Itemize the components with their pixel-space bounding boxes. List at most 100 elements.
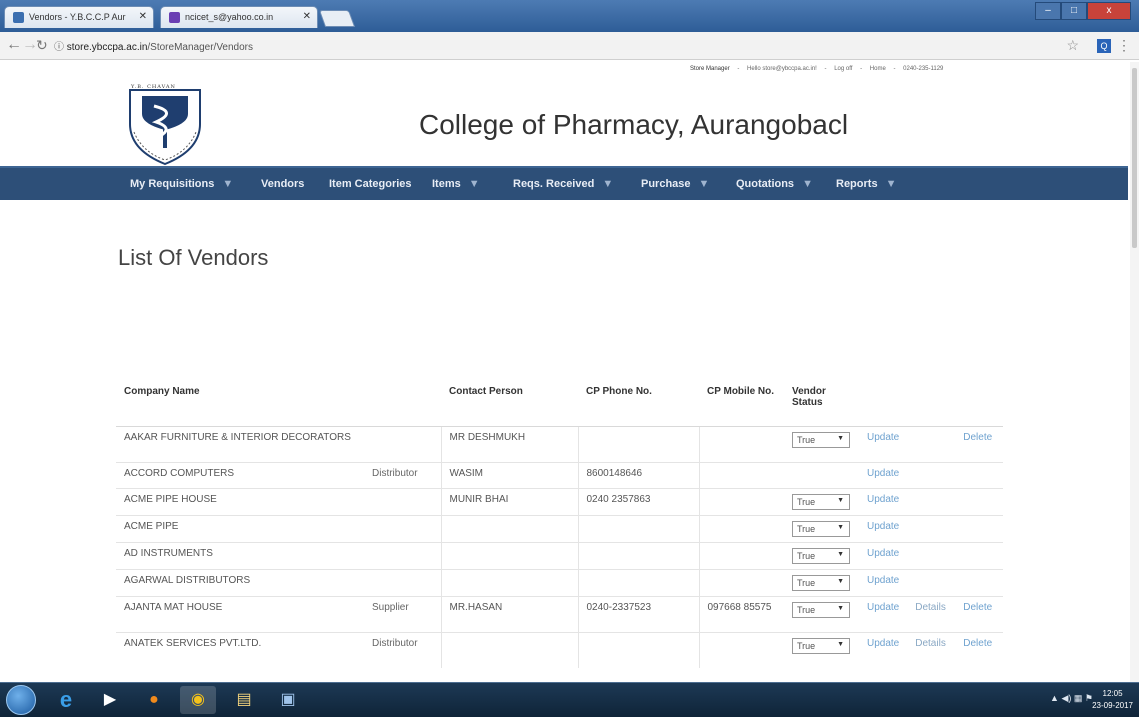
clock-date: 23-09-2017 (1092, 701, 1133, 710)
minimize-button[interactable]: – (1035, 2, 1061, 20)
update-link[interactable]: Update (867, 494, 899, 505)
start-button[interactable] (6, 685, 36, 715)
nav-my-requisitions[interactable]: My Requisitions ▼ (130, 178, 233, 190)
cp-phone-cell (577, 425, 699, 462)
close-tab-icon[interactable]: ✕ (303, 11, 311, 22)
nav-items[interactable]: Items ▼ (432, 178, 480, 190)
delete-link[interactable]: Delete (963, 638, 992, 649)
contact-person-cell: WASIM (440, 461, 578, 488)
details-cell (907, 487, 956, 515)
details-cell (907, 461, 956, 488)
tab-mail[interactable]: ncicet_s@yahoo.co.in ✕ (160, 6, 318, 28)
url-field[interactable]: ⓘ store.ybccpa.ac.in/StoreManager/Vendor… (54, 38, 253, 53)
tray-arrow-icon[interactable]: ▲ (1050, 693, 1059, 703)
details-cell: Details (907, 595, 956, 632)
vendor-status-cell (784, 461, 859, 488)
chevron-down-icon: ▼ (837, 640, 844, 648)
vendor-status-select[interactable]: True ▼ (792, 493, 850, 510)
file-explorer-icon[interactable]: ▤ (226, 686, 262, 714)
chevron-down-icon: ▼ (222, 178, 234, 190)
close-tab-icon[interactable]: ✕ (139, 11, 147, 22)
company-name-cell: ACME PIPE HOUSE (116, 487, 364, 515)
nav-reqs-received[interactable]: Reqs. Received ▼ (513, 178, 613, 190)
chevron-down-icon: ▼ (468, 178, 480, 190)
company-name-cell: AAKAR FURNITURE & INTERIOR DECORATORS (116, 425, 364, 462)
update-cell: Update (859, 487, 908, 515)
table-row: AAKAR FURNITURE & INTERIOR DECORATORS MR … (116, 425, 1004, 462)
firefox-icon[interactable]: ● (136, 686, 172, 714)
volume-icon[interactable]: ◀) (1061, 693, 1071, 703)
reload-icon[interactable]: ↻ (36, 37, 48, 54)
update-cell: Update (859, 514, 908, 542)
details-link[interactable]: Details (915, 602, 946, 613)
delete-link[interactable]: Delete (963, 432, 992, 443)
update-link[interactable]: Update (867, 468, 899, 479)
delete-cell: Delete (955, 425, 1004, 462)
col-vendor-status: Vendor Status (784, 380, 859, 427)
company-name-cell: AD INSTRUMENTS (116, 541, 364, 569)
delete-link[interactable]: Delete (963, 602, 992, 613)
chevron-down-icon: ▼ (837, 434, 844, 442)
home-link[interactable]: Home (870, 66, 886, 72)
contact-person-cell (440, 568, 578, 596)
cp-mobile-cell (698, 487, 784, 515)
taskbar-clock[interactable]: 12:05 23-09-2017 (1092, 688, 1133, 712)
back-arrow-icon[interactable]: ← (6, 36, 22, 54)
chrome-icon[interactable]: ◉ (180, 686, 216, 714)
extension-icon[interactable]: Q (1097, 39, 1111, 53)
update-cell: Update (859, 631, 908, 668)
vendor-type-cell (364, 568, 441, 596)
cp-mobile-cell (698, 568, 784, 596)
chevron-down-icon: ▼ (698, 178, 710, 190)
cp-mobile-cell (698, 461, 784, 488)
menu-dots-icon[interactable]: ⋮ (1117, 37, 1131, 54)
maximize-button[interactable]: □ (1061, 2, 1087, 20)
chevron-down-icon: ▼ (885, 178, 897, 190)
chevron-down-icon: ▼ (602, 178, 614, 190)
nav-item-categories[interactable]: Item Categories (329, 178, 412, 190)
update-link[interactable]: Update (867, 638, 899, 649)
close-window-button[interactable]: x (1087, 2, 1131, 20)
table-row: AJANTA MAT HOUSE Supplier MR.HASAN 0240-233… (116, 595, 1004, 632)
col-update (859, 380, 908, 427)
company-name-cell: AJANTA MAT HOUSE (116, 595, 364, 632)
nav-quotations[interactable]: Quotations ▼ (736, 178, 813, 190)
tab-vendors[interactable]: Vendors - Y.B.C.C.P Aur ✕ (4, 6, 154, 28)
update-link[interactable]: Update (867, 575, 899, 586)
vendor-status-select[interactable]: True ▼ (792, 520, 850, 537)
nav-vendors[interactable]: Vendors (261, 178, 304, 190)
cp-mobile-cell (698, 631, 784, 668)
logoff-link[interactable]: Log off (834, 66, 852, 72)
media-player-icon[interactable]: ▶ (92, 686, 128, 714)
vendor-status-select[interactable]: True ▼ (792, 601, 850, 618)
network-icon[interactable]: ▦ (1074, 693, 1083, 703)
update-link[interactable]: Update (867, 432, 899, 443)
new-tab-button[interactable] (318, 10, 356, 27)
details-link[interactable]: Details (915, 638, 946, 649)
nav-purchase[interactable]: Purchase ▼ (641, 178, 709, 190)
vendor-status-select[interactable]: True ▼ (792, 637, 850, 654)
greeting-link[interactable]: Hello store@ybccpa.ac.in! (747, 66, 817, 72)
update-link[interactable]: Update (867, 548, 899, 559)
bookmark-star-icon[interactable]: ☆ (1066, 37, 1079, 54)
update-cell: Update (859, 541, 908, 569)
internet-explorer-icon[interactable]: e (48, 686, 84, 714)
scrollbar-thumb[interactable] (1132, 68, 1137, 248)
vendor-status-select[interactable]: True ▼ (792, 547, 850, 564)
vendor-type-cell (364, 541, 441, 569)
vendor-status-select[interactable]: True ▼ (792, 431, 850, 448)
vendor-status-select[interactable]: True ▼ (792, 574, 850, 591)
update-link[interactable]: Update (867, 602, 899, 613)
contact-person-cell: MR DESHMUKH (440, 425, 578, 462)
update-link[interactable]: Update (867, 521, 899, 532)
nav-reports[interactable]: Reports ▼ (836, 178, 896, 190)
image-viewer-icon[interactable]: ▣ (270, 686, 306, 714)
vendors-table: Company Name Contact Person CP Phone No.… (116, 380, 1004, 668)
vendor-status-cell: True ▼ (784, 568, 859, 596)
page-scrollbar[interactable] (1130, 62, 1139, 682)
address-bar: ← → ↻ ⓘ store.ybccpa.ac.in/StoreManager/… (0, 32, 1139, 60)
cp-phone-cell: 0240 2357863 (577, 487, 699, 515)
table-row: ACME PIPE True ▼ Update (116, 514, 1004, 542)
col-delete (955, 380, 1004, 427)
col-contact-person: Contact Person (441, 380, 578, 427)
